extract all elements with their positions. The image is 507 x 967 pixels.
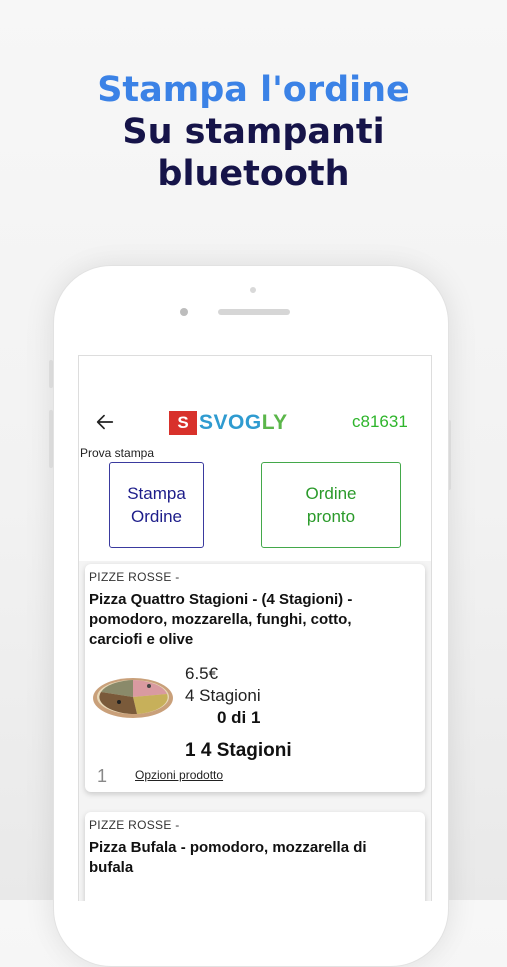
print-order-label-line2: Ordine [130,507,183,526]
phone-camera [180,308,188,316]
item-title: Pizza Quattro Stagioni - (4 Stagioni) - … [89,591,353,648]
phone-sensor [250,287,256,293]
promo-headline-line3: bluetooth [157,154,350,194]
item-index: 1 [97,766,108,786]
order-item-card[interactable]: PIZZE ROSSE - Pizza Quattro Stagioni - (… [85,564,425,792]
print-order-button[interactable]: Stampa Ordine [109,462,204,548]
order-ready-button[interactable]: Ordine pronto [261,462,401,548]
logo-text: SVOGLY [199,411,288,435]
phone-speaker [218,309,290,315]
item-title: Pizza Bufala - pomodoro, mozzarella di b… [89,839,367,876]
item-summary: 1 4 Stagioni [185,740,292,761]
app-header: S SVOGLY c81631 Prova stampa Stampa Ordi… [79,356,431,561]
print-order-label-line1: Stampa [127,484,186,503]
order-code: c81631 [352,412,408,431]
logo-text-green: LY [261,411,288,434]
logo-badge: S [169,411,197,435]
item-category: PIZZE ROSSE - [89,570,180,584]
promo-headline-accent: Stampa l'ordine [97,70,410,110]
product-options-link[interactable]: Opzioni prodotto [135,768,223,782]
order-ready-label-line2: pronto [306,507,356,526]
test-print-link[interactable]: Prova stampa [80,446,154,460]
app-screen: S SVOGLY c81631 Prova stampa Stampa Ordi… [78,355,432,901]
promo-headline-line2: Su stampanti [122,112,385,152]
item-category: PIZZE ROSSE - [89,818,180,832]
pizza-quattro-stagioni-image [93,678,173,718]
item-price: 6.5€ [185,664,219,683]
back-arrow-icon[interactable] [94,411,116,433]
svogly-logo: S SVOGLY [169,411,288,435]
logo-text-blue: SVOG [199,411,262,434]
item-quantity-status: 0 di 1 [217,708,261,727]
order-ready-label-line1: Ordine [305,484,357,503]
order-item-card[interactable]: PIZZE ROSSE - Pizza Bufala - pomodoro, m… [85,812,425,901]
item-variant: 4 Stagioni [185,686,261,705]
